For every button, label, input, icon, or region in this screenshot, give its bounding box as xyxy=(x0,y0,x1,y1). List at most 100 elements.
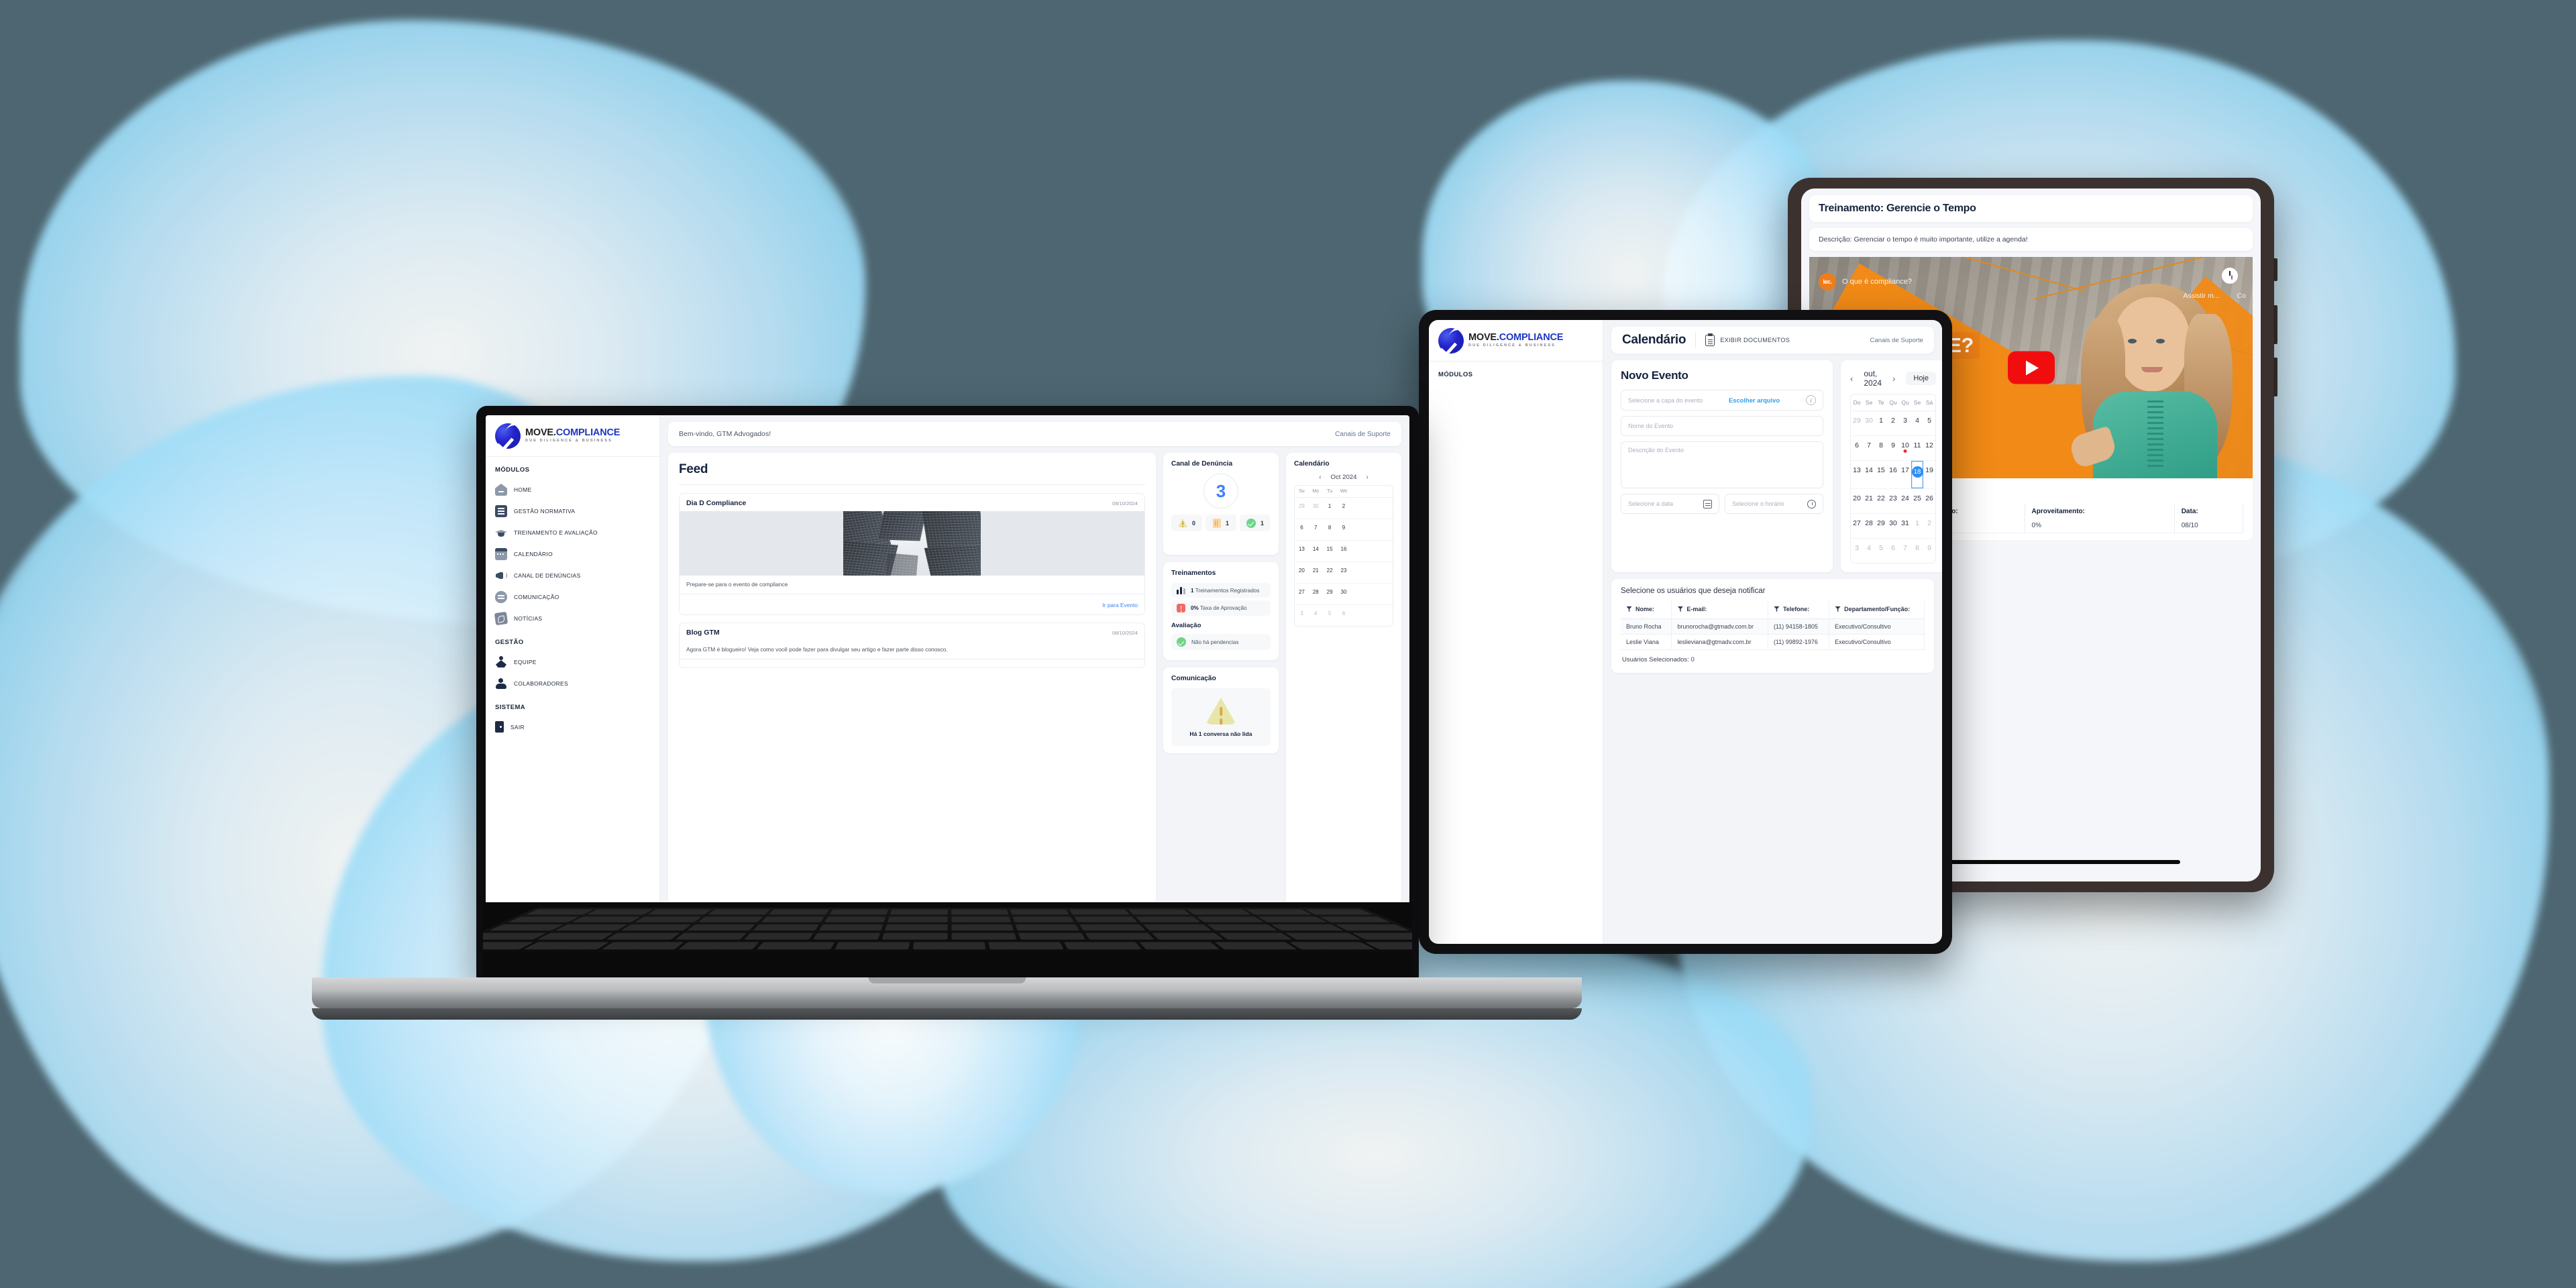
calendar-day-cell[interactable]: 14 xyxy=(1309,541,1323,561)
table-row[interactable]: Leslie Viana leslieviana@gtmadv.com.br (11… xyxy=(1621,634,1925,650)
filter-icon[interactable] xyxy=(1626,606,1632,612)
calendar-day-cell[interactable]: 3 xyxy=(1851,539,1863,563)
column-header[interactable]: Telefone: xyxy=(1768,601,1830,619)
denuncia-stat[interactable]: 0 xyxy=(1171,515,1202,531)
calendar-day-cell[interactable]: 1 xyxy=(1911,514,1923,538)
feed-post[interactable]: Dia D Compliance 09/10/2024 Prepare-se p… xyxy=(679,493,1145,615)
sidebar-item-treinamento-e-avalia-o[interactable]: TREINAMENTO E AVALIAÇÃO xyxy=(486,522,659,543)
clock-icon[interactable] xyxy=(1807,499,1816,508)
sidebar-item-gest-o-normativa[interactable]: GESTÃO NORMATIVA xyxy=(486,500,659,522)
calendar-day-cell[interactable]: 1 xyxy=(1875,411,1887,435)
sidebar-item-colaboradores[interactable]: COLABORADORES xyxy=(486,673,659,694)
column-header[interactable]: Nome: xyxy=(1621,601,1672,619)
calendar-day-cell[interactable]: 15 xyxy=(1875,461,1887,488)
calendar-day-cell[interactable]: 18 xyxy=(1911,461,1923,488)
calendar-day-cell[interactable]: 21 xyxy=(1309,562,1323,583)
show-documents-button[interactable]: EXIBIR DOCUMENTOS xyxy=(1705,333,1790,346)
column-header[interactable]: E-mail: xyxy=(1671,601,1768,619)
feed-post[interactable]: Blog GTM 08/10/2024 Agora GTM é blogueir… xyxy=(679,623,1145,668)
calendar-day-cell[interactable]: 9 xyxy=(1887,436,1899,460)
calendar-day-cell[interactable]: 2 xyxy=(1887,411,1899,435)
denuncia-stat[interactable]: 1 xyxy=(1240,515,1271,531)
calendar-day-cell[interactable]: 5 xyxy=(1875,539,1887,563)
video-channel[interactable]: lec. O que é compliance? xyxy=(1819,273,1912,290)
calendar-day-cell[interactable]: 30 xyxy=(1309,498,1323,519)
calendar-day-cell[interactable]: 12 xyxy=(1923,436,1935,460)
denuncia-stat[interactable]: 1 xyxy=(1205,515,1236,531)
sidebar-item-home[interactable]: HOME xyxy=(486,479,659,500)
calendar-day-cell[interactable]: 9 xyxy=(1337,519,1351,540)
sidebar-item-canal-de-den-ncias[interactable]: CANAL DE DENÚNCIAS xyxy=(486,565,659,586)
calendar-day-cell[interactable]: 17 xyxy=(1899,461,1911,488)
prev-month-button[interactable]: ‹ xyxy=(1850,374,1853,384)
calendar-day-cell[interactable]: 6 xyxy=(1851,436,1863,460)
brand-logo[interactable]: MOVE.COMPLIANCE DUE DILIGENCE & BUSINESS xyxy=(486,415,659,457)
calendar-day-cell[interactable]: 13 xyxy=(1851,461,1863,488)
column-header[interactable]: Departamento/Função: xyxy=(1829,601,1925,619)
calendar-day-cell[interactable]: 19 xyxy=(1923,461,1935,488)
event-time-field[interactable]: Selecione o horário xyxy=(1725,494,1823,514)
filter-icon[interactable] xyxy=(1677,606,1684,612)
calendar-day-cell[interactable]: 5 xyxy=(1323,605,1337,626)
calendar-day-cell[interactable]: 6 xyxy=(1295,519,1309,540)
calendar-day-cell[interactable]: 7 xyxy=(1309,519,1323,540)
calendar-day-cell[interactable]: 22 xyxy=(1875,489,1887,513)
choose-file-button[interactable]: Escolher arquivo xyxy=(1729,396,1780,405)
calendar-day-cell[interactable]: 4 xyxy=(1863,539,1875,563)
table-row[interactable]: Bruno Rocha brunorocha@gtmadv.com.br (11) … xyxy=(1621,619,1925,635)
calendar-day-cell[interactable]: 2 xyxy=(1923,514,1935,538)
sidebar-item-not-cias[interactable]: NOTÍCIAS xyxy=(486,608,659,629)
calendar-day-cell[interactable]: 31 xyxy=(1899,514,1911,538)
calendar-day-cell[interactable]: 7 xyxy=(1899,539,1911,563)
support-channels-link[interactable]: Canais de Suporte xyxy=(1335,431,1391,438)
calendar-day-cell[interactable]: 27 xyxy=(1295,584,1309,604)
calendar-day-cell[interactable]: 11 xyxy=(1911,436,1923,460)
calendar-day-cell[interactable]: 20 xyxy=(1851,489,1863,513)
calendar-day-cell[interactable]: 30 xyxy=(1887,514,1899,538)
go-to-event-link[interactable]: Ir para Evento xyxy=(1102,602,1138,608)
sidebar-item-sair[interactable]: SAIR xyxy=(486,716,659,737)
next-month-button[interactable]: › xyxy=(1892,374,1895,384)
calendar-day-cell[interactable]: 3 xyxy=(1899,411,1911,435)
calendar-day-cell[interactable]: 5 xyxy=(1923,411,1935,435)
sidebar-item-equipe[interactable]: EQUIPE xyxy=(486,651,659,673)
calendar-day-cell[interactable]: 8 xyxy=(1911,539,1923,563)
calendar-day-cell[interactable]: 30 xyxy=(1863,411,1875,435)
youtube-play-icon[interactable] xyxy=(2007,351,2055,384)
calendar-day-cell[interactable]: 16 xyxy=(1887,461,1899,488)
event-date-field[interactable]: Selecione a data xyxy=(1621,494,1719,514)
event-description-field[interactable]: Descrição do Evento xyxy=(1621,441,1823,488)
share-label[interactable]: Co xyxy=(2237,292,2246,300)
event-cover-field[interactable]: Selecione a capa do evento Escolher arqu… xyxy=(1621,390,1823,411)
calendar-day-cell[interactable]: 23 xyxy=(1337,562,1351,583)
prev-month-button[interactable]: ‹ xyxy=(1319,474,1321,481)
sidebar-item-comunica-o[interactable]: COMUNICAÇÃO xyxy=(486,586,659,608)
calendar-day-cell[interactable]: 4 xyxy=(1309,605,1323,626)
calendar-day-cell[interactable]: 29 xyxy=(1323,584,1337,604)
calendar-day-cell[interactable]: 8 xyxy=(1323,519,1337,540)
calendar-day-cell[interactable]: 30 xyxy=(1337,584,1351,604)
calendar-icon[interactable] xyxy=(1703,499,1712,508)
calendar-day-cell[interactable]: 21 xyxy=(1863,489,1875,513)
calendar-day-cell[interactable]: 15 xyxy=(1323,541,1337,561)
calendar-day-cell[interactable]: 4 xyxy=(1911,411,1923,435)
calendar-day-cell[interactable]: 27 xyxy=(1851,514,1863,538)
calendar-day-cell[interactable]: 20 xyxy=(1295,562,1309,583)
calendar-day-cell[interactable]: 14 xyxy=(1863,461,1875,488)
calendar-day-cell[interactable]: 28 xyxy=(1309,584,1323,604)
calendar-day-cell[interactable]: 13 xyxy=(1295,541,1309,561)
sidebar-item-calend-rio[interactable]: CALENDÁRIO xyxy=(486,543,659,565)
calendar-day-cell[interactable]: 9 xyxy=(1923,539,1935,563)
calendar-day-cell[interactable]: 10 xyxy=(1899,436,1911,460)
calendar-day-cell[interactable]: 22 xyxy=(1323,562,1337,583)
calendar-day-cell[interactable]: 3 xyxy=(1295,605,1309,626)
next-month-button[interactable]: › xyxy=(1366,474,1368,481)
calendar-day-cell[interactable]: 29 xyxy=(1851,411,1863,435)
calendar-day-cell[interactable]: 28 xyxy=(1863,514,1875,538)
today-button[interactable]: Hoje xyxy=(1906,372,1936,385)
calendar-day-cell[interactable]: 16 xyxy=(1337,541,1351,561)
calendar-day-cell[interactable]: 7 xyxy=(1863,436,1875,460)
calendar-day-cell[interactable]: 1 xyxy=(1323,498,1337,519)
calendar-day-cell[interactable]: 26 xyxy=(1923,489,1935,513)
calendar-day-cell[interactable]: 6 xyxy=(1337,605,1351,626)
